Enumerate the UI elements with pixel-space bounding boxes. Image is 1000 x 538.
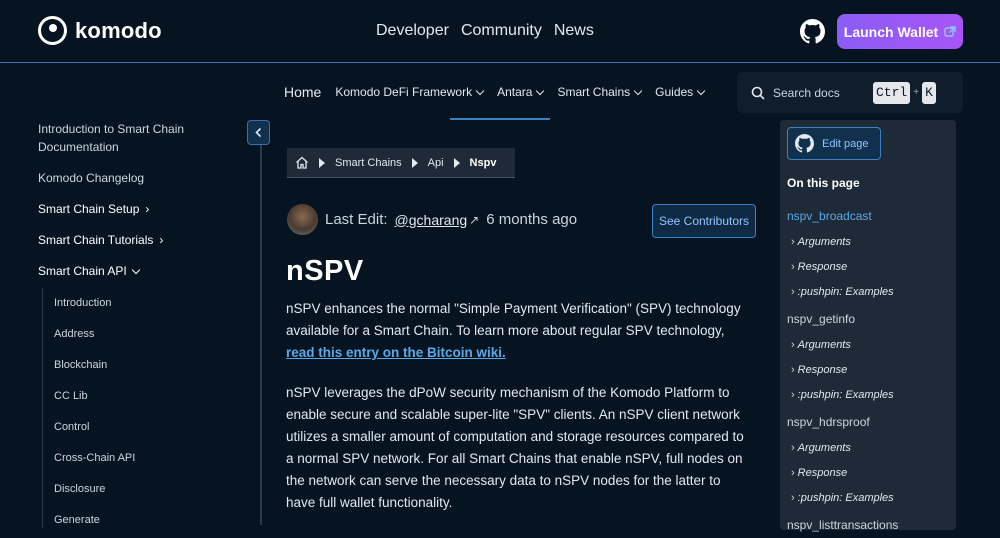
- edit-page-label: Edit page: [822, 137, 869, 150]
- nav-community[interactable]: Community: [461, 22, 542, 40]
- logo-text: komodo: [75, 17, 162, 43]
- toc-subentry[interactable]: Response: [787, 254, 952, 279]
- sidebar-subitem[interactable]: Generate: [43, 505, 222, 536]
- page-title: nSPV: [286, 255, 364, 287]
- nspv-description-paragraph: nSPV leverages the dPoW security mechani…: [286, 385, 744, 510]
- chevron-down-icon: [633, 86, 643, 95]
- sidebar-subitem[interactable]: Cross-Chain API: [43, 443, 222, 474]
- external-arrow-icon: ↗: [469, 212, 480, 227]
- last-edit-label: Last Edit:: [325, 211, 388, 228]
- active-nav-underline: [450, 118, 550, 120]
- github-icon: [795, 134, 814, 153]
- launch-wallet-button[interactable]: Launch Wallet: [837, 14, 963, 49]
- chevron-right-icon: ›: [159, 233, 164, 247]
- toc-entry[interactable]: nspv_broadcast: [787, 204, 952, 229]
- nav-home[interactable]: Home: [284, 84, 321, 100]
- search-icon: [751, 86, 765, 100]
- sidebar-subitem[interactable]: CC Lib: [43, 381, 222, 412]
- chevron-down-icon: [536, 86, 545, 95]
- breadcrumb-separator-icon: [453, 157, 460, 168]
- kbd-plus: +: [913, 87, 920, 98]
- nav-smart-chains[interactable]: Smart Chains: [557, 85, 643, 99]
- sidebar-subitem[interactable]: Introduction: [43, 288, 222, 319]
- sidebar-item-api[interactable]: Smart Chain API: [38, 262, 238, 280]
- sidebar-item-changelog[interactable]: Komodo Changelog: [38, 169, 238, 187]
- see-contributors-label: See Contributors: [658, 214, 750, 228]
- nav-kdf-label: Komodo DeFi Framework: [335, 85, 473, 99]
- sidebar: Introduction to Smart Chain Documentatio…: [38, 120, 238, 293]
- nav-guides[interactable]: Guides: [655, 85, 706, 99]
- breadcrumb-separator-icon: [319, 157, 325, 168]
- toc-list: nspv_broadcast Arguments Response :pushp…: [787, 204, 952, 538]
- nav-news[interactable]: News: [554, 22, 594, 40]
- toc-subentry[interactable]: Arguments: [787, 332, 952, 357]
- external-link-icon: [944, 25, 956, 37]
- see-contributors-button[interactable]: See Contributors: [652, 204, 756, 238]
- sidebar-setup-label: Smart Chain Setup: [38, 202, 140, 216]
- breadcrumb-smart-chains[interactable]: Smart Chains: [335, 157, 402, 169]
- kbd-k: K: [922, 81, 936, 104]
- kbd-ctrl: Ctrl: [873, 81, 911, 104]
- breadcrumb-separator-icon: [411, 157, 418, 168]
- nav-developer[interactable]: Developer: [376, 22, 449, 40]
- top-bar: komodo Developer Community News Launch W…: [0, 0, 1000, 63]
- last-edit-row: Last Edit: @gcharang ↗ 6 months ago: [287, 204, 577, 235]
- search-box[interactable]: Search docs Ctrl + K: [737, 72, 963, 113]
- toc-heading: On this page: [787, 176, 860, 190]
- top-nav: Developer Community News: [376, 22, 594, 40]
- toc-subentry[interactable]: :pushpin: Examples: [787, 279, 952, 304]
- breadcrumb: Smart Chains Api Nspv: [287, 148, 515, 178]
- chevron-down-icon: [131, 265, 140, 274]
- secondary-nav: Home Komodo DeFi Framework Antara Smart …: [284, 84, 706, 100]
- sidebar-subitem[interactable]: Control: [43, 412, 222, 443]
- intro-text: nSPV enhances the normal "Simple Payment…: [286, 301, 741, 338]
- launch-wallet-label: Launch Wallet: [843, 23, 939, 40]
- collapse-sidebar-button[interactable]: [247, 120, 270, 145]
- breadcrumb-current: Nspv: [469, 156, 497, 169]
- toc-entry[interactable]: nspv_getinfo: [787, 307, 952, 332]
- nav-home-label: Home: [284, 84, 322, 100]
- bitcoin-wiki-link[interactable]: read this entry on the Bitcoin wiki.: [286, 345, 506, 360]
- chevron-left-icon: [255, 127, 262, 138]
- nav-komodo-defi-framework[interactable]: Komodo DeFi Framework: [335, 85, 485, 99]
- toc-subentry[interactable]: :pushpin: Examples: [787, 382, 952, 407]
- sidebar-tutorials-label: Smart Chain Tutorials: [38, 233, 154, 247]
- sidebar-subitem[interactable]: Disclosure: [43, 474, 222, 505]
- sidebar-item-setup[interactable]: Smart Chain Setup ›: [38, 200, 238, 218]
- nav-antara[interactable]: Antara: [497, 85, 545, 99]
- toc-subentry[interactable]: Arguments: [787, 435, 952, 460]
- intro-paragraph: nSPV enhances the normal "Simple Payment…: [286, 298, 752, 364]
- editor-link[interactable]: @gcharang: [395, 212, 468, 228]
- sidebar-api-label: Smart Chain API: [38, 264, 127, 278]
- breadcrumb-api[interactable]: Api: [428, 157, 444, 169]
- komodo-logo[interactable]: komodo: [38, 16, 162, 45]
- sidebar-subitem[interactable]: Blockchain: [43, 350, 222, 381]
- toc-subentry[interactable]: Response: [787, 357, 952, 382]
- sidebar-subitem[interactable]: Address: [43, 319, 222, 350]
- sidebar-divider: [260, 145, 262, 525]
- komodo-logo-icon: [38, 16, 67, 45]
- sidebar-api-subitems: Introduction Address Blockchain CC Lib C…: [42, 288, 222, 528]
- search-placeholder: Search docs: [773, 85, 840, 100]
- sidebar-item-tutorials[interactable]: Smart Chain Tutorials ›: [38, 231, 238, 249]
- edit-page-button[interactable]: Edit page: [787, 127, 881, 160]
- sidebar-item-introduction[interactable]: Introduction to Smart Chain Documentatio…: [38, 120, 238, 156]
- toc-entry[interactable]: nspv_hdrsproof: [787, 410, 952, 435]
- nav-antara-label: Antara: [497, 85, 533, 99]
- chevron-right-icon: ›: [145, 202, 150, 216]
- toc-subentry[interactable]: Arguments: [787, 229, 952, 254]
- toc-subentry[interactable]: :pushpin: Examples: [787, 485, 952, 510]
- toc-subentry[interactable]: Response: [787, 460, 952, 485]
- nav-smart-chains-label: Smart Chains: [557, 85, 631, 99]
- avatar: [287, 204, 318, 235]
- last-edit-time: 6 months ago: [486, 211, 578, 228]
- home-icon[interactable]: [295, 156, 309, 169]
- nav-guides-label: Guides: [655, 85, 694, 99]
- toc-entry[interactable]: nspv_listtransactions: [787, 513, 952, 538]
- chevron-down-icon: [475, 86, 485, 95]
- chevron-down-icon: [696, 86, 706, 95]
- github-icon[interactable]: [800, 19, 825, 44]
